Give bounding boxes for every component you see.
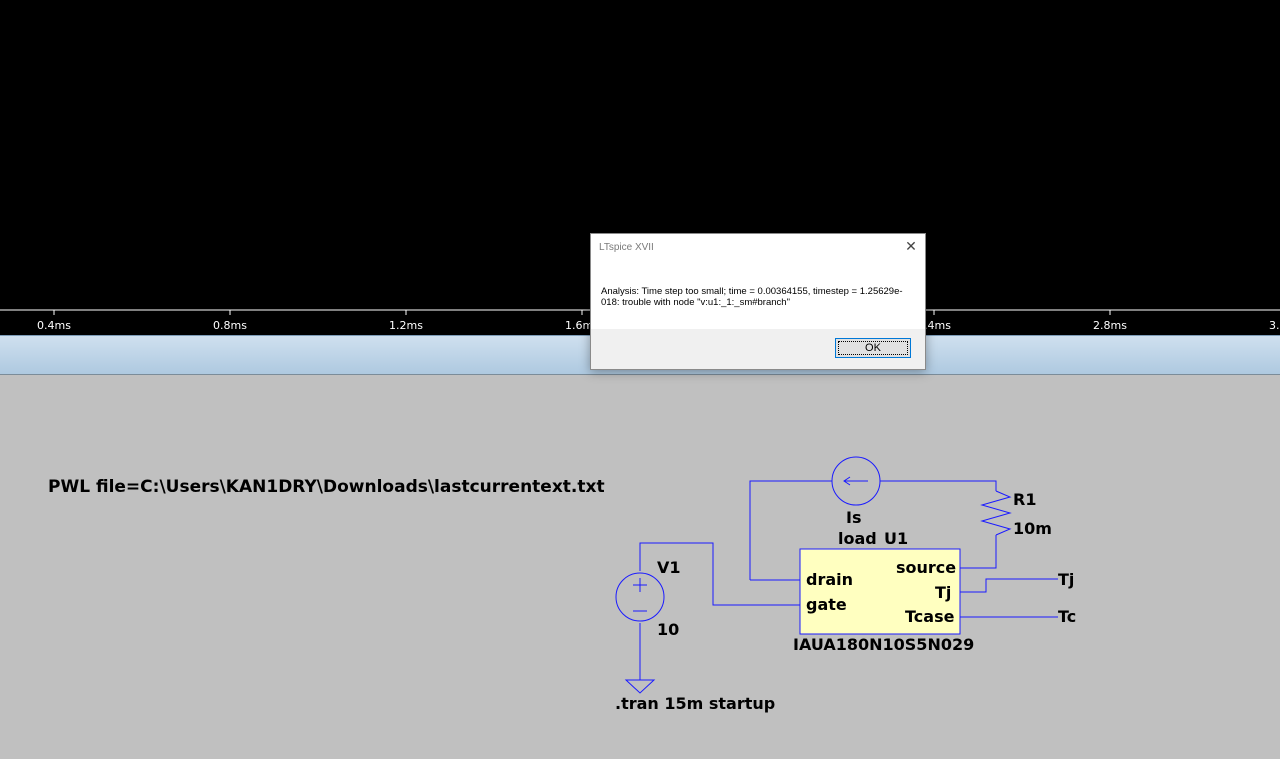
tran-directive[interactable]: .tran 15m startup [615,695,775,713]
net-label-tj[interactable]: Tj [1058,571,1074,589]
pin-drain-label: drain [806,570,854,589]
pin-tcase-label: Tcase [905,607,955,626]
r1-name-label[interactable]: R1 [1013,491,1036,509]
tick-label: 2.8ms [1093,319,1127,332]
schematic-pane[interactable]: PWL file=C:\Users\KAN1DRY\Downloads\last… [0,375,1280,759]
mosfet-part-label[interactable]: IAUA180N10S5N029 [793,636,974,654]
resistor-r1 [980,490,1012,536]
ground-symbol [624,679,656,694]
dialog-message: Analysis: Time step too small; time = 0.… [601,286,903,308]
current-source-is [831,456,881,506]
v1-value-label[interactable]: 10 [657,621,679,639]
u1-name-label[interactable]: U1 [884,530,908,548]
ok-button[interactable]: OK [835,338,911,358]
dialog-footer: OK [591,329,925,369]
wire-is-to-r1 [880,480,997,491]
dialog-title: LTspice XVII [599,242,654,253]
wire-r1-to-source [960,535,997,569]
pwl-directive[interactable]: PWL file=C:\Users\KAN1DRY\Downloads\last… [48,478,605,496]
tick-label: 0.8ms [213,319,247,332]
error-dialog[interactable]: LTspice XVII ✕ Analysis: Time step too s… [590,233,926,370]
net-label-tc[interactable]: Tc [1058,608,1076,626]
wire-tj [960,578,1058,593]
close-icon[interactable]: ✕ [903,238,919,254]
is-name-label[interactable]: Is [846,509,861,527]
tick-label: 3.2ms [1269,319,1280,332]
voltage-source-v1 [615,572,665,622]
tick-label: 0.4ms [37,319,71,332]
pin-tj-label: Tj [935,583,952,602]
pin-gate-label: gate [806,595,847,614]
tick-label: 1.2ms [389,319,423,332]
pin-source-label: source [896,558,957,577]
r1-value-label[interactable]: 10m [1013,520,1052,538]
is-value-label[interactable]: load [838,530,877,548]
v1-name-label[interactable]: V1 [657,559,681,577]
